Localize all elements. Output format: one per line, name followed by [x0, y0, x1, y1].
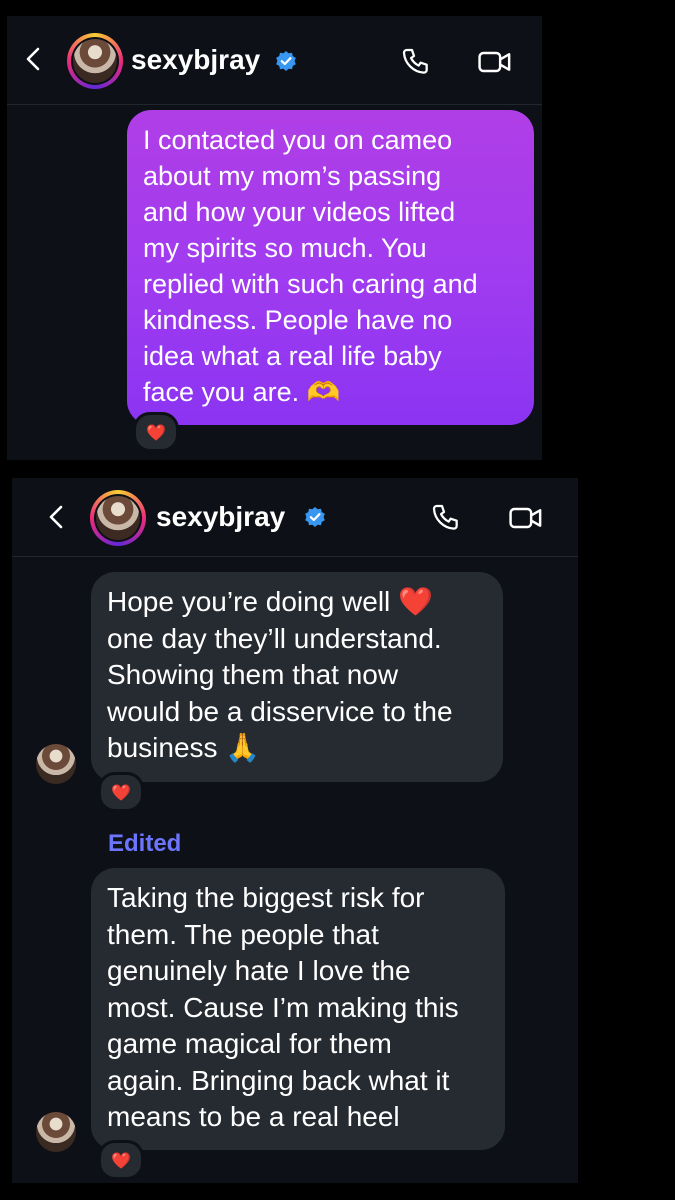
chat-screen-1: sexybjray I contacted you on cameo about…: [7, 16, 542, 460]
heart-reaction-icon[interactable]: ❤️: [133, 412, 179, 452]
phone-icon[interactable]: [430, 502, 462, 534]
incoming-message-bubble[interactable]: Hope you’re doing well ❤️ one day they’l…: [91, 572, 503, 782]
chat-header: sexybjray: [7, 16, 542, 105]
video-camera-icon[interactable]: [508, 502, 544, 534]
edited-label: Edited: [108, 830, 182, 857]
username[interactable]: sexybjray: [156, 501, 285, 533]
profile-avatar[interactable]: [67, 33, 123, 89]
heart-reaction-icon[interactable]: ❤️: [98, 1140, 144, 1180]
phone-icon[interactable]: [400, 46, 432, 78]
verified-badge-icon: [305, 507, 325, 527]
incoming-message-bubble[interactable]: Taking the biggest risk for them. The pe…: [91, 868, 505, 1150]
chat-screen-2: sexybjray Hope you’re doing well ❤️ one …: [12, 478, 578, 1183]
profile-avatar[interactable]: [90, 490, 146, 546]
back-chevron-icon[interactable]: [44, 504, 70, 530]
chat-header: sexybjray: [12, 478, 578, 557]
sender-avatar[interactable]: [36, 1112, 76, 1152]
sender-avatar[interactable]: [36, 744, 76, 784]
username[interactable]: sexybjray: [131, 44, 260, 76]
back-chevron-icon[interactable]: [21, 46, 47, 72]
heart-reaction-icon[interactable]: ❤️: [98, 772, 144, 812]
video-camera-icon[interactable]: [477, 46, 513, 78]
verified-badge-icon: [276, 51, 296, 71]
outgoing-message-bubble[interactable]: I contacted you on cameo about my mom’s …: [127, 110, 534, 425]
